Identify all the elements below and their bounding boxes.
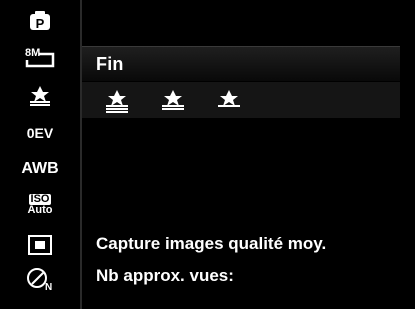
awb-label: AWB	[21, 160, 59, 177]
option-fine[interactable]	[102, 87, 132, 113]
description-line-2: Nb approx. vues:	[96, 266, 234, 285]
exposure-label: 0EV	[26, 125, 54, 141]
description-line-1: Capture images qualité moy.	[96, 234, 327, 253]
image-size-8m-icon: 8M	[25, 47, 55, 68]
quality-economy-icon	[218, 90, 240, 107]
settings-sidebar: P 8M 0EV AWB ISO Auto N	[0, 0, 80, 309]
option-normal[interactable]	[158, 87, 188, 113]
quality-fine-icon	[106, 90, 128, 113]
svg-text:8M: 8M	[25, 47, 40, 59]
selected-option-row[interactable]: Fin	[82, 46, 400, 82]
color-effect-icon[interactable]: N	[14, 264, 66, 294]
right-margin	[400, 0, 415, 309]
quality-icon[interactable]	[14, 80, 66, 110]
quality-normal-icon	[162, 90, 184, 110]
iso-auto[interactable]: ISO Auto	[14, 190, 66, 220]
svg-text:P: P	[36, 16, 45, 31]
selected-option-label: Fin	[96, 53, 124, 74]
svg-text:N: N	[45, 282, 52, 292]
metering-icon[interactable]	[14, 230, 66, 260]
program-mode-icon[interactable]: P	[14, 6, 66, 36]
option-economy[interactable]	[214, 87, 244, 113]
quality-options	[82, 82, 400, 118]
description-area: Capture images qualité moy. Nb approx. v…	[82, 222, 400, 302]
top-strip	[82, 0, 400, 40]
camera-p-icon: P	[30, 11, 50, 31]
color-n-icon: N	[27, 268, 52, 292]
camera-menu-screen: P 8M 0EV AWB ISO Auto N Fin Capture imag…	[0, 0, 415, 309]
iso-label-bottom: Auto	[27, 204, 53, 216]
quality-stars-icon	[30, 86, 50, 106]
white-balance-awb[interactable]: AWB	[14, 154, 66, 184]
image-size-icon[interactable]: 8M	[14, 42, 66, 72]
quality-submenu: Fin Capture images qualité moy. Nb appro…	[82, 0, 415, 309]
exposure-0ev[interactable]: 0EV	[14, 118, 66, 148]
metering-spot-icon	[28, 235, 52, 255]
